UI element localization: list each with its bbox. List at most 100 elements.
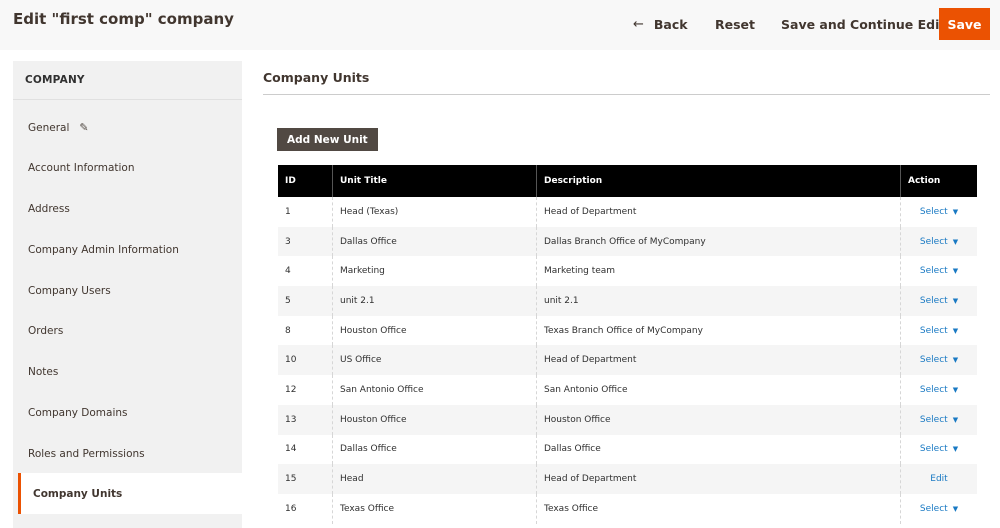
caret-down-icon: ▼ <box>952 356 959 365</box>
cell-id: 5 <box>278 286 333 316</box>
action-label: Edit <box>930 474 948 485</box>
cell-action: Select ▼ <box>901 256 977 286</box>
table-row: 8 Houston Office Texas Branch Office of My… <box>278 315 977 346</box>
action-label: Select <box>919 325 948 336</box>
cell-id: 4 <box>278 256 333 287</box>
cell-unit-title: unit 2.1 <box>333 286 537 316</box>
sidebar-item-company-admin-information[interactable]: Company Admin Information <box>13 229 242 270</box>
table-row: 12 San Antonio Office San Antonio Office Se… <box>278 375 977 405</box>
select-action-dropdown[interactable]: Select ▼ <box>920 415 958 425</box>
table-header: ID Unit Title Description Action <box>278 165 977 197</box>
page: Edit "first comp" company ← Back Reset S… <box>0 0 1000 528</box>
caret-down-icon: ▼ <box>952 267 959 276</box>
select-action-dropdown[interactable]: Select ▼ <box>920 444 958 454</box>
column-header-unit-title[interactable]: Unit Title <box>333 165 537 197</box>
column-header-id[interactable]: ID <box>278 165 333 197</box>
table-row: 16 Texas Office Texas Office Select ▼ <box>278 493 977 524</box>
cell-unit-title: Houston Office <box>333 404 537 435</box>
sidebar-item-company-units[interactable]: Company Units <box>18 473 242 514</box>
sidebar-item-general[interactable]: General ✎ <box>13 107 242 148</box>
select-action-dropdown[interactable]: Select ▼ <box>920 355 958 365</box>
cell-unit-title: Texas Office <box>333 493 537 524</box>
cell-description: Dallas Office <box>537 434 901 465</box>
cell-description: Head of Department <box>537 197 901 227</box>
caret-down-icon: ▼ <box>952 445 959 454</box>
cell-action: Select ▼ <box>901 375 977 405</box>
cell-description: Dallas Branch Office of MyCompany <box>537 226 901 257</box>
section-divider <box>263 94 990 95</box>
cell-action: Select ▼ <box>901 345 977 375</box>
cell-action: Select ▼ <box>901 494 977 524</box>
cell-unit-title: US Office <box>333 345 537 376</box>
caret-down-icon: ▼ <box>952 385 959 394</box>
sidebar-item-notes[interactable]: Notes <box>13 351 242 392</box>
sidebar-item-company-domains[interactable]: Company Domains <box>13 392 242 433</box>
select-action-dropdown[interactable]: Select ▼ <box>920 504 958 514</box>
cell-unit-title: Dallas Office <box>333 434 537 465</box>
table-row: 5 unit 2.1 unit 2.1 Select ▼ <box>278 286 977 316</box>
cell-id: 14 <box>278 434 333 465</box>
sidebar-item-label: Notes <box>28 365 59 378</box>
cell-description: unit 2.1 <box>537 286 901 316</box>
action-label: Select <box>919 384 948 395</box>
save-button[interactable]: Save <box>939 8 990 40</box>
select-action-dropdown[interactable]: Select ▼ <box>920 385 958 395</box>
sidebar-item-account-information[interactable]: Account Information <box>13 147 242 188</box>
cell-unit-title: San Antonio Office <box>333 375 537 405</box>
action-label: Select <box>919 444 948 455</box>
page-title: Edit "first comp" company <box>13 10 234 28</box>
edit-link[interactable]: Edit <box>930 474 947 484</box>
select-action-dropdown[interactable]: Select ▼ <box>920 207 958 217</box>
sidebar-item-label: Address <box>28 202 70 215</box>
cell-id: 16 <box>278 493 333 524</box>
column-header-description[interactable]: Description <box>537 165 901 197</box>
sidebar-item-label: General <box>28 121 70 134</box>
cell-id: 10 <box>278 345 333 376</box>
caret-down-icon: ▼ <box>952 237 959 246</box>
cell-id: 13 <box>278 404 333 435</box>
sidebar-item-orders[interactable]: Orders <box>13 310 242 351</box>
table-body: 1 Head (Texas) Head of Department Select ▼ 3 D… <box>278 197 977 524</box>
table-row: 13 Houston Office Houston Office Select ▼ <box>278 404 977 435</box>
cell-description: Houston Office <box>537 404 901 435</box>
back-button[interactable]: ← Back <box>633 8 688 40</box>
sidebar-title: COMPANY <box>13 61 242 100</box>
table-row: 10 US Office Head of Department Select ▼ <box>278 345 977 376</box>
reset-button[interactable]: Reset <box>715 8 755 40</box>
sidebar-item-label: Company Admin Information <box>28 243 179 256</box>
page-header: Edit "first comp" company ← Back Reset S… <box>0 0 1000 50</box>
action-label: Select <box>919 295 948 306</box>
caret-down-icon: ▼ <box>952 415 959 424</box>
sidebar-item-label: Account Information <box>28 161 135 174</box>
cell-action: Edit <box>901 464 977 494</box>
sidebar-item-address[interactable]: Address <box>13 188 242 229</box>
company-units-table: ID Unit Title Description Action 1 Head (… <box>278 165 977 524</box>
cell-action: Select ▼ <box>901 227 977 257</box>
select-action-dropdown[interactable]: Select ▼ <box>920 266 958 276</box>
table-row: 4 Marketing Marketing team Select ▼ <box>278 256 977 287</box>
cell-action: Select ▼ <box>901 286 977 316</box>
add-new-unit-button[interactable]: Add New Unit <box>277 128 378 151</box>
select-action-dropdown[interactable]: Select ▼ <box>920 237 958 247</box>
save-and-continue-button[interactable]: Save and Continue Edit <box>781 8 945 40</box>
sidebar-item-company-users[interactable]: Company Users <box>13 270 242 311</box>
arrow-left-icon: ← <box>633 16 644 32</box>
cell-id: 15 <box>278 464 333 494</box>
section-title: Company Units <box>263 70 370 85</box>
sidebar-item-label: Company Users <box>28 284 111 297</box>
select-action-dropdown[interactable]: Select ▼ <box>920 296 958 306</box>
table-row: 3 Dallas Office Dallas Branch Office of My… <box>278 226 977 257</box>
cell-action: Select ▼ <box>901 316 977 346</box>
cell-action: Select ▼ <box>901 405 977 435</box>
sidebar-item-label: Roles and Permissions <box>28 447 145 460</box>
cell-unit-title: Head <box>333 464 537 494</box>
cell-action: Select ▼ <box>901 435 977 465</box>
cell-unit-title: Marketing <box>333 256 537 287</box>
action-label: Select <box>919 266 948 277</box>
sidebar-item-roles-and-permissions[interactable]: Roles and Permissions <box>13 433 242 474</box>
select-action-dropdown[interactable]: Select ▼ <box>920 326 958 336</box>
table-row: 14 Dallas Office Dallas Office Select ▼ <box>278 434 977 465</box>
cell-description: Texas Office <box>537 493 901 524</box>
table-row: 1 Head (Texas) Head of Department Select ▼ <box>278 197 977 227</box>
sidebar-item-label: Company Domains <box>28 406 128 419</box>
